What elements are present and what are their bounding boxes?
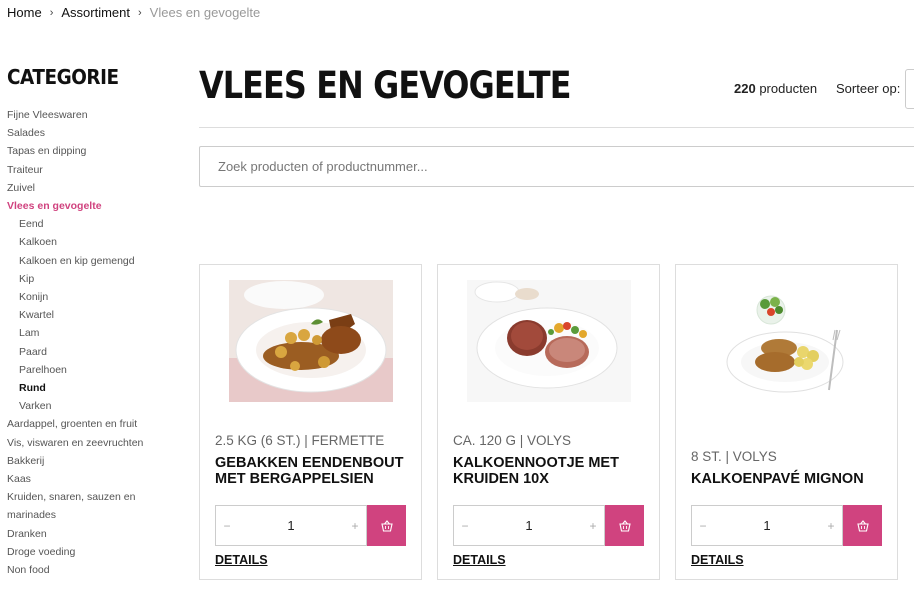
subcategory-item[interactable]: Parelhoen [7,361,177,379]
quantity-stepper: − 1 + [215,505,367,546]
category-item[interactable]: Dranken [7,525,177,543]
product-count-suffix: producten [755,81,818,96]
details-link[interactable]: DETAILS [453,553,506,567]
quantity-stepper: − 1 + [691,505,843,546]
subcategory-item[interactable]: Kwartel [7,306,177,324]
breadcrumb-current: Vlees en gevogelte [149,5,261,20]
subcategory-item[interactable]: Kip [7,270,177,288]
product-name[interactable]: KALKOENPAVÉ MIGNON [691,471,891,487]
header-divider [199,127,914,128]
product-card: CA. 120 G | VOLYS KALKOENNOOTJE MET KRUI… [437,264,660,580]
product-count: 220 producten [734,81,817,96]
product-card: 2.5 KG (6 ST.) | FERMETTE GEBAKKEN EENDE… [199,264,422,580]
category-item[interactable]: Fijne Vleeswaren [7,106,177,124]
subcategory-item[interactable]: Paard [7,343,177,361]
subcategory-item[interactable]: Kalkoen en kip gemengd [7,252,177,270]
subcategory-item[interactable]: Konijn [7,288,177,306]
sort-select[interactable] [905,69,914,109]
category-item[interactable]: Salades [7,124,177,142]
quantity-stepper: − 1 + [453,505,605,546]
category-item[interactable]: Traiteur [7,161,177,179]
quantity-increase-button[interactable]: + [820,519,842,533]
category-item[interactable]: Kruiden, snaren, sauzen en marinades [7,488,177,524]
product-name[interactable]: KALKOENNOOTJE MET KRUIDEN 10X [453,455,653,487]
product-image-turkey-pave[interactable] [705,280,869,402]
add-to-cart-button[interactable] [843,505,882,546]
product-name[interactable]: GEBAKKEN EENDENBOUT MET BERGAPPELSIEN [215,455,415,487]
quantity-value[interactable]: 1 [238,518,344,533]
quantity-value[interactable]: 1 [714,518,820,533]
product-count-number: 220 [734,81,756,96]
search-input[interactable] [200,147,914,186]
product-card: 8 ST. | VOLYS KALKOENPAVÉ MIGNON − 1 + D… [675,264,898,580]
category-item[interactable]: Droge voeding [7,543,177,561]
category-item[interactable]: Aardappel, groenten en fruit [7,415,177,433]
subcategory-item[interactable]: Eend [7,215,177,233]
add-to-cart-button[interactable] [367,505,406,546]
page-title: VLEES EN GEVOGELTE [199,64,571,107]
search-box [199,146,914,187]
quantity-value[interactable]: 1 [476,518,582,533]
subcategory-item[interactable]: Rund [7,379,177,397]
product-meta: 8 ST. | VOLYS [691,449,777,464]
quantity-decrease-button[interactable]: − [692,519,714,533]
basket-icon [856,519,869,532]
details-link[interactable]: DETAILS [691,553,744,567]
basket-icon [380,519,393,532]
subcategory-item[interactable]: Varken [7,397,177,415]
breadcrumb: Home › Assortiment › Vlees en gevogelte [7,5,260,20]
category-item[interactable]: Vis, viswaren en zeevruchten [7,434,177,452]
add-to-cart-button[interactable] [605,505,644,546]
quantity-increase-button[interactable]: + [582,519,604,533]
product-image-turkey-steak[interactable] [467,280,631,402]
category-title: CATEGORIE [7,65,119,89]
sort-label: Sorteer op: [836,81,901,96]
breadcrumb-separator: › [138,6,142,19]
product-image-duck-leg[interactable] [229,280,393,402]
category-list: Fijne Vleeswaren Salades Tapas en dipping T… [7,106,177,579]
category-item[interactable]: Zuivel [7,179,177,197]
quantity-decrease-button[interactable]: − [216,519,238,533]
category-item[interactable]: Kaas [7,470,177,488]
subcategory-item[interactable]: Lam [7,324,177,342]
subcategory-item[interactable]: Kalkoen [7,233,177,251]
product-meta: CA. 120 G | VOLYS [453,433,572,448]
details-link[interactable]: DETAILS [215,553,268,567]
category-item[interactable]: Bakkerij [7,452,177,470]
product-meta: 2.5 KG (6 ST.) | FERMETTE [215,433,385,448]
breadcrumb-home[interactable]: Home [7,5,42,20]
basket-icon [618,519,631,532]
quantity-decrease-button[interactable]: − [454,519,476,533]
breadcrumb-separator: › [49,6,54,19]
quantity-increase-button[interactable]: + [344,519,366,533]
category-item[interactable]: Tapas en dipping [7,142,177,160]
category-item[interactable]: Non food [7,561,177,579]
breadcrumb-assortiment[interactable]: Assortiment [61,5,130,20]
category-item[interactable]: Vlees en gevogelte [7,197,177,215]
